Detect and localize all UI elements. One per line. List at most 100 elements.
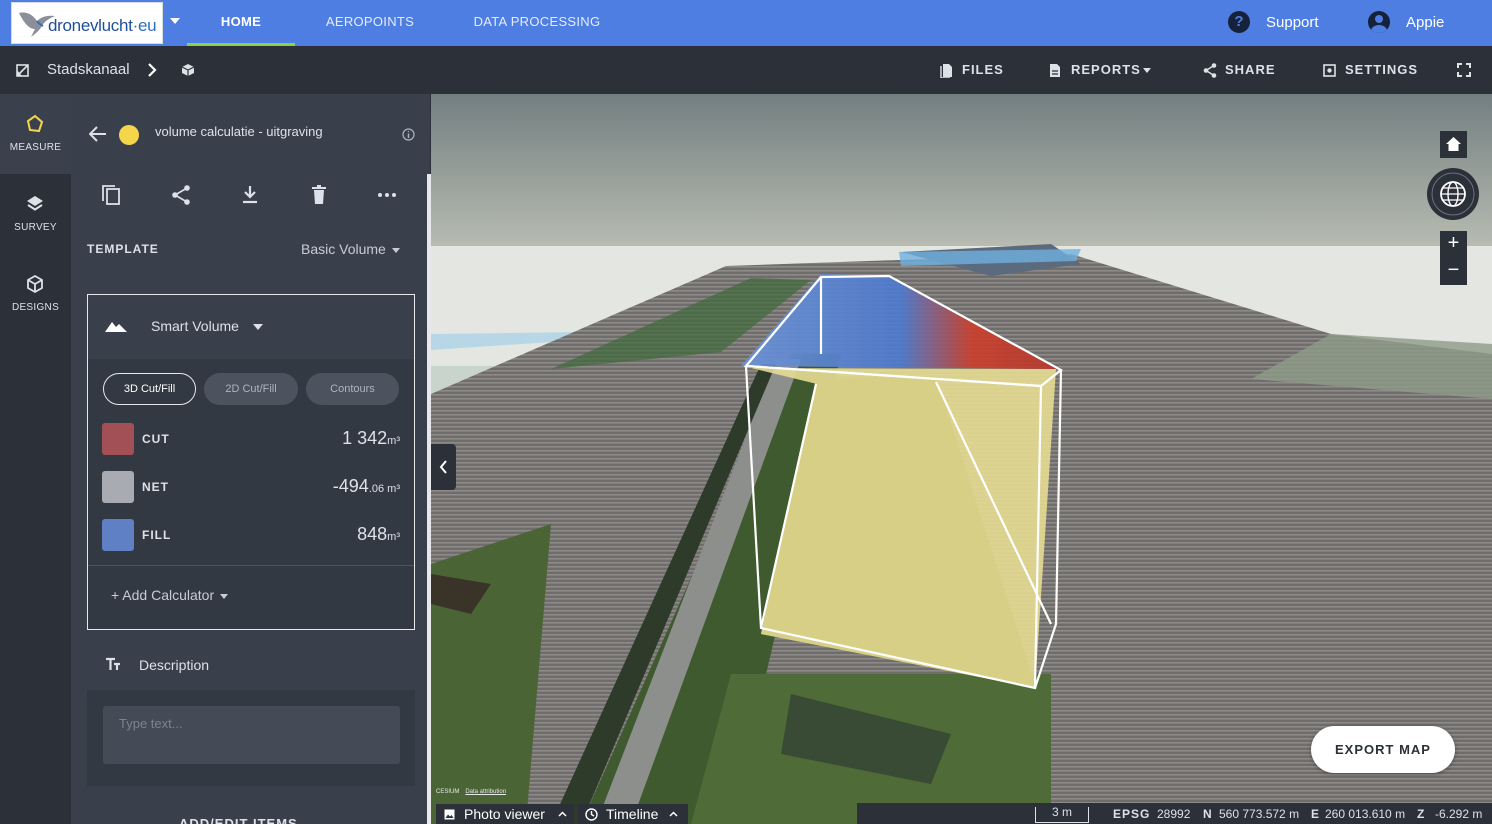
info-icon[interactable] bbox=[402, 128, 415, 141]
calculator-type-select[interactable]: Smart Volume bbox=[151, 318, 263, 334]
measurement-color-dot[interactable] bbox=[119, 125, 139, 145]
zoom-out-button[interactable]: − bbox=[1440, 258, 1467, 285]
copy-icon[interactable] bbox=[101, 184, 121, 206]
volume-key: CUT bbox=[142, 432, 170, 446]
elevation-label: Z bbox=[1417, 807, 1426, 821]
northing-value: 560 773.572 m bbox=[1219, 807, 1300, 821]
settings-button[interactable]: SETTINGS bbox=[1323, 46, 1423, 94]
chevron-right-icon bbox=[148, 63, 157, 77]
rail-item-survey[interactable]: SURVEY bbox=[0, 174, 71, 254]
volume-value: 1 342m³ bbox=[342, 428, 400, 448]
chevron-left-icon bbox=[439, 460, 447, 474]
polygon-icon bbox=[26, 114, 44, 133]
settings-icon bbox=[1323, 64, 1336, 77]
logo-wordmark: dronevlucht·eu bbox=[48, 16, 157, 35]
photo-viewer-label: Photo viewer bbox=[464, 806, 545, 822]
export-map-button[interactable]: EXPORT MAP bbox=[1311, 726, 1455, 773]
northing-label: N bbox=[1203, 807, 1213, 821]
mode-contours[interactable]: Contours bbox=[306, 373, 399, 405]
files-icon bbox=[940, 64, 952, 78]
zoom-control: + − bbox=[1440, 231, 1467, 285]
data-attribution-link[interactable]: Data attribution bbox=[465, 789, 506, 795]
text-size-icon bbox=[106, 657, 120, 670]
company-logo[interactable]: dronevlucht·eu bbox=[11, 2, 163, 44]
map-home-button[interactable] bbox=[1440, 131, 1467, 158]
share-icon bbox=[1203, 63, 1217, 78]
tool-rail: MEASURE SURVEY DESIGNS bbox=[0, 94, 71, 824]
support-label: Support bbox=[1266, 14, 1319, 31]
template-label: TEMPLATE bbox=[87, 242, 159, 256]
easting-label: E bbox=[1311, 807, 1321, 821]
report-icon bbox=[1050, 64, 1060, 77]
volume-key: NET bbox=[142, 480, 169, 494]
coordinate-status-bar: 3 m EPSG 28992 N 560 773.572 m E 260 013… bbox=[857, 803, 1492, 824]
description-header: Description bbox=[87, 639, 415, 690]
zoom-in-button[interactable]: + bbox=[1440, 231, 1467, 258]
description-input[interactable] bbox=[103, 706, 400, 764]
user-avatar-icon bbox=[1368, 11, 1390, 33]
measurement-panel: volume calculatie - uitgraving TEMPLATE … bbox=[71, 94, 430, 824]
calculator-body: 3D Cut/Fill 2D Cut/Fill Contours CUT 1 3… bbox=[88, 359, 414, 629]
crs-label: EPSG bbox=[1113, 807, 1151, 821]
mode-2d-cut-fill[interactable]: 2D Cut/Fill bbox=[204, 373, 298, 405]
calculator-caret-icon bbox=[252, 324, 263, 331]
rail-item-label: DESIGNS bbox=[11, 302, 60, 313]
add-edit-items-button[interactable]: ADD/EDIT ITEMS bbox=[179, 816, 298, 824]
back-arrow-icon[interactable] bbox=[89, 126, 107, 142]
home-icon bbox=[1446, 137, 1461, 151]
project-toolbar: Stadskanaal FILES REPORTS SHARE SETTINGS bbox=[0, 46, 1492, 94]
volume-key: FILL bbox=[142, 528, 172, 542]
fullscreen-icon[interactable] bbox=[1457, 63, 1471, 77]
reports-caret-icon bbox=[1143, 68, 1151, 73]
layers-icon bbox=[27, 196, 43, 211]
chevron-up-icon bbox=[669, 811, 678, 817]
add-calculator-caret-icon bbox=[220, 593, 229, 599]
description-card: Description bbox=[87, 639, 415, 786]
image-icon bbox=[444, 809, 455, 820]
add-calculator-button[interactable]: + Add Calculator bbox=[111, 587, 229, 603]
volume-value: 848m³ bbox=[357, 524, 400, 544]
compass-navigator[interactable] bbox=[1427, 168, 1479, 220]
timeline-toggle[interactable]: Timeline bbox=[578, 804, 688, 824]
fill-color-swatch[interactable] bbox=[102, 519, 134, 551]
more-icon[interactable] bbox=[377, 184, 397, 206]
delete-icon[interactable] bbox=[309, 184, 329, 206]
project-home-icon[interactable] bbox=[16, 64, 29, 77]
volume-row-net: NET -494.06 m³ bbox=[102, 471, 400, 505]
cube-icon[interactable] bbox=[181, 63, 195, 77]
photo-viewer-toggle[interactable]: Photo viewer bbox=[436, 804, 574, 824]
rail-item-measure[interactable]: MEASURE bbox=[0, 94, 71, 174]
user-name: Appie bbox=[1406, 14, 1445, 31]
net-color-swatch[interactable] bbox=[102, 471, 134, 503]
share-icon[interactable] bbox=[171, 184, 191, 206]
cut-color-swatch[interactable] bbox=[102, 423, 134, 455]
measurement-title[interactable]: volume calculatie - uitgraving bbox=[155, 124, 323, 139]
3d-map-viewport[interactable] bbox=[431, 94, 1492, 824]
elevation-value: -6.292 m bbox=[1435, 807, 1483, 821]
tab-data-processing[interactable]: DATA PROCESSING bbox=[470, 0, 604, 46]
reports-button[interactable]: REPORTS bbox=[1049, 46, 1159, 94]
logo-dropdown-caret-icon[interactable] bbox=[170, 18, 180, 24]
rail-item-label: MEASURE bbox=[9, 142, 62, 153]
tab-aeropoints[interactable]: AEROPOINTS bbox=[320, 0, 420, 46]
share-button[interactable]: SHARE bbox=[1203, 46, 1283, 94]
template-caret-icon bbox=[391, 247, 400, 253]
tab-home[interactable]: HOME bbox=[187, 0, 295, 46]
rail-item-designs[interactable]: DESIGNS bbox=[0, 254, 71, 334]
download-icon[interactable] bbox=[240, 184, 260, 206]
mountain-icon bbox=[105, 322, 127, 332]
clock-icon bbox=[585, 808, 598, 821]
files-button[interactable]: FILES bbox=[940, 46, 1010, 94]
crs-value: 28992 bbox=[1157, 807, 1191, 821]
globe-icon bbox=[1431, 172, 1475, 216]
volume-calculator-card: Smart Volume 3D Cut/Fill 2D Cut/Fill Con… bbox=[87, 294, 415, 630]
cesium-credit: CESIUM Data attribution bbox=[436, 789, 507, 795]
easting-value: 260 013.610 m bbox=[1325, 807, 1406, 821]
3d-terrain-scene bbox=[431, 94, 1492, 824]
collapse-panel-button[interactable] bbox=[431, 444, 456, 490]
template-select[interactable]: Basic Volume bbox=[301, 241, 400, 257]
cube-icon bbox=[27, 274, 43, 294]
mode-3d-cut-fill[interactable]: 3D Cut/Fill bbox=[103, 373, 196, 405]
scale-bar: 3 m bbox=[1035, 806, 1089, 823]
breadcrumb-project[interactable]: Stadskanaal bbox=[47, 46, 130, 94]
